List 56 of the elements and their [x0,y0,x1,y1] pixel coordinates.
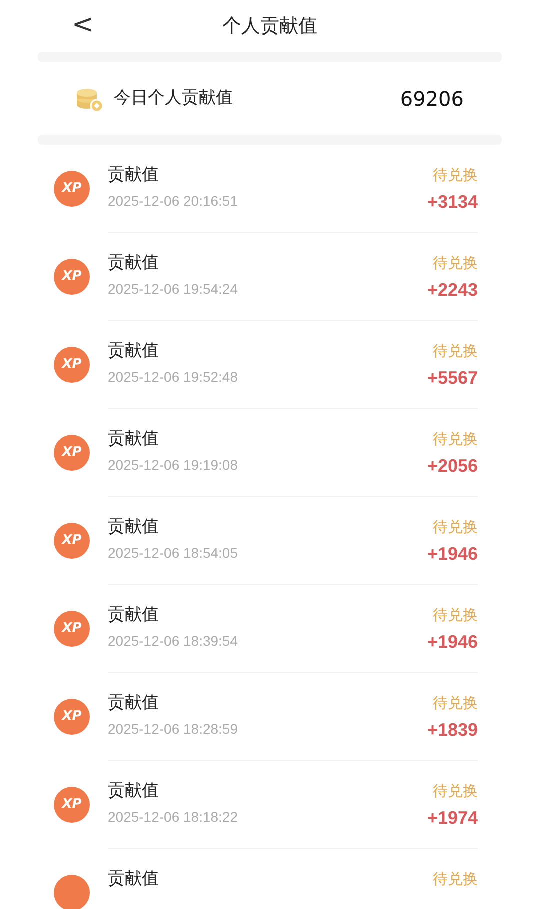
amount-value: +2243 [427,279,478,302]
record-time: 2025-12-06 18:54:05 [108,544,238,563]
record-row[interactable]: XP 贡献值 2025-12-06 19:54:24 待兑换 +2243 [38,233,502,321]
status-label: 待兑换 [433,869,478,890]
record-title: 贡献值 [108,516,160,539]
record-time: 2025-12-06 19:54:24 [108,280,238,299]
xp-badge-icon: XP [54,699,90,735]
summary-label: 今日个人贡献值 [114,86,233,110]
record-title: 贡献值 [108,692,160,715]
record-row[interactable]: XP 贡献值 2025-12-06 18:18:22 待兑换 +1974 [38,761,502,849]
status-label: 待兑换 [433,781,478,802]
record-title: 贡献值 [108,780,160,803]
record-time: 2025-12-06 19:19:08 [108,456,238,475]
amount-value: +1946 [427,543,478,566]
status-label: 待兑换 [433,341,478,362]
record-row[interactable]: XP 贡献值 2025-12-06 18:39:54 待兑换 +1946 [38,585,502,673]
record-title: 贡献值 [108,868,159,891]
status-label: 待兑换 [433,693,478,714]
amount-value: +1974 [427,807,478,830]
record-time: 2025-12-06 20:16:51 [108,192,238,211]
status-label: 待兑换 [433,605,478,626]
record-time: 2025-12-06 19:52:48 [108,368,238,387]
summary-value: 69206 [400,86,464,112]
page-title: 个人贡献值 [222,14,318,39]
record-time: 2025-12-06 18:28:59 [108,720,238,739]
record-row[interactable]: XP 贡献值 2025-12-06 19:52:48 待兑换 +5567 [38,321,502,409]
xp-badge-icon [54,875,90,909]
record-row[interactable]: XP 贡献值 2025-12-06 20:16:51 待兑换 +3134 [38,145,502,233]
record-time: 2025-12-06 18:18:22 [108,808,238,827]
amount-value: +3134 [427,191,478,214]
record-title: 贡献值 [108,252,160,275]
xp-badge-icon: XP [54,523,90,559]
xp-badge-icon: XP [54,611,90,647]
status-label: 待兑换 [433,165,478,186]
amount-value: +5567 [427,367,478,390]
record-title: 贡献值 [108,340,160,363]
record-title: 贡献值 [108,604,160,627]
record-row[interactable]: 贡献值 待兑换 [38,849,502,909]
amount-value: +2056 [427,455,478,478]
record-time: 2025-12-06 18:39:54 [108,632,238,651]
xp-badge-icon: XP [54,171,90,207]
xp-badge-icon: XP [54,435,90,471]
xp-badge-icon: XP [54,259,90,295]
xp-badge-icon: XP [54,787,90,823]
xp-badge-icon: XP [54,347,90,383]
record-row[interactable]: XP 贡献值 2025-12-06 18:54:05 待兑换 +1946 [38,497,502,585]
status-label: 待兑换 [433,517,478,538]
back-button[interactable]: < [64,8,102,42]
record-title: 贡献值 [108,164,160,187]
amount-value: +1946 [427,631,478,654]
status-label: 待兑换 [433,253,478,274]
amount-value: +1839 [427,719,478,742]
record-row[interactable]: XP 贡献值 2025-12-06 19:19:08 待兑换 +2056 [38,409,502,497]
record-title: 贡献值 [108,428,160,451]
status-label: 待兑换 [433,429,478,450]
record-row[interactable]: XP 贡献值 2025-12-06 18:28:59 待兑换 +1839 [38,673,502,761]
